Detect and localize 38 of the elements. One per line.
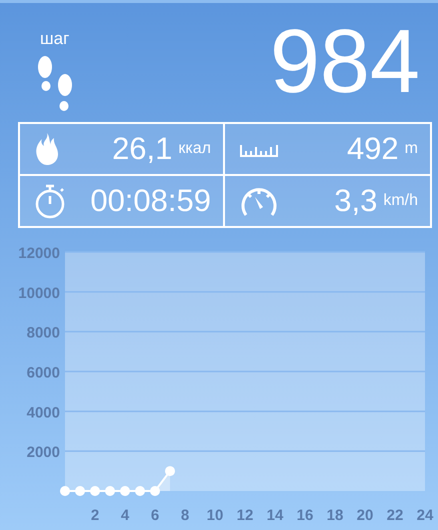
y-axis-label: 6000 — [26, 364, 60, 382]
stat-unit: ккал — [178, 140, 211, 158]
x-axis-label: 14 — [266, 507, 284, 524]
y-axis-label: 4000 — [26, 404, 60, 422]
data-point — [150, 486, 160, 496]
stat-value: 492 — [346, 131, 399, 167]
stat-value: 3,3 — [334, 183, 378, 219]
x-axis-label: 4 — [120, 507, 130, 524]
x-axis-label: 2 — [90, 507, 100, 524]
step-label: шаг — [40, 29, 70, 49]
data-point — [165, 466, 175, 476]
x-axis-label: 12 — [236, 507, 254, 524]
stopwatch-icon — [34, 183, 66, 219]
y-axis-label: 10000 — [18, 284, 60, 302]
data-point — [105, 486, 115, 496]
x-axis-label: 10 — [206, 507, 224, 524]
x-axis-label: 20 — [356, 507, 374, 524]
speedometer-icon — [239, 185, 279, 217]
data-point — [75, 486, 85, 496]
data-point — [120, 486, 130, 496]
stat-value: 00:08:59 — [90, 183, 211, 219]
data-point — [90, 486, 100, 496]
stat-unit: km/h — [383, 192, 418, 210]
stat-unit: m — [404, 140, 418, 158]
x-axis-label: 6 — [150, 507, 160, 524]
flame-icon — [34, 132, 60, 166]
y-axis-label: 8000 — [26, 324, 60, 342]
data-point — [135, 486, 145, 496]
y-axis-label: 12000 — [18, 245, 60, 262]
x-axis-label: 22 — [386, 507, 404, 524]
step-count: 984 — [270, 11, 420, 107]
x-axis-label: 24 — [416, 507, 434, 524]
x-axis-label: 8 — [180, 507, 190, 524]
data-point — [60, 486, 70, 496]
x-axis-label: 18 — [326, 507, 344, 524]
stat-value: 26,1 — [112, 131, 172, 167]
x-axis-label: 16 — [296, 507, 314, 524]
y-axis-label: 2000 — [26, 444, 60, 462]
